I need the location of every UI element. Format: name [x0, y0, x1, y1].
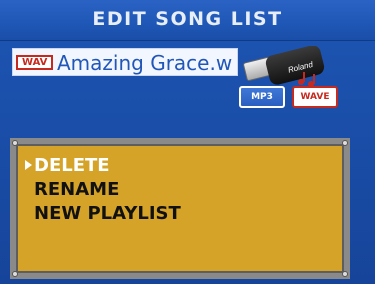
screw-icon	[342, 140, 348, 146]
wav-badge-label: WAV	[22, 57, 48, 68]
edit-menu-panel: DELETE RENAME NEW PLAYLIST	[10, 138, 350, 279]
mp3-icon: MP3	[239, 86, 285, 108]
title-bar: EDIT SONG LIST	[0, 0, 375, 41]
mp3-label: MP3	[251, 92, 273, 102]
menu-list: DELETE RENAME NEW PLAYLIST	[25, 154, 181, 226]
menu-item-delete[interactable]: DELETE	[25, 154, 181, 178]
menu-item-new-playlist[interactable]: NEW PLAYLIST	[34, 202, 181, 226]
screen: EDIT SONG LIST WAV Amazing Grace.w Rolan…	[0, 0, 375, 284]
screw-icon	[12, 140, 18, 146]
usb-stick-icon: Roland	[243, 46, 325, 87]
menu-item-label: DELETE	[34, 155, 110, 176]
song-name-text: Amazing Grace.w	[57, 51, 233, 75]
wave-icon: WAVE	[292, 86, 338, 108]
media-icons: Roland MP3 WAVE	[239, 46, 339, 112]
screw-icon	[342, 271, 348, 277]
wave-label: WAVE	[300, 92, 330, 102]
song-name-field[interactable]: WAV Amazing Grace.w	[12, 48, 238, 76]
wav-badge: WAV	[16, 55, 54, 70]
menu-item-label: NEW PLAYLIST	[34, 203, 181, 224]
page-title: EDIT SONG LIST	[92, 8, 283, 30]
screw-icon	[12, 271, 18, 277]
menu-item-rename[interactable]: RENAME	[34, 178, 181, 202]
menu-item-label: RENAME	[34, 179, 120, 200]
selection-cursor-icon	[25, 160, 32, 170]
